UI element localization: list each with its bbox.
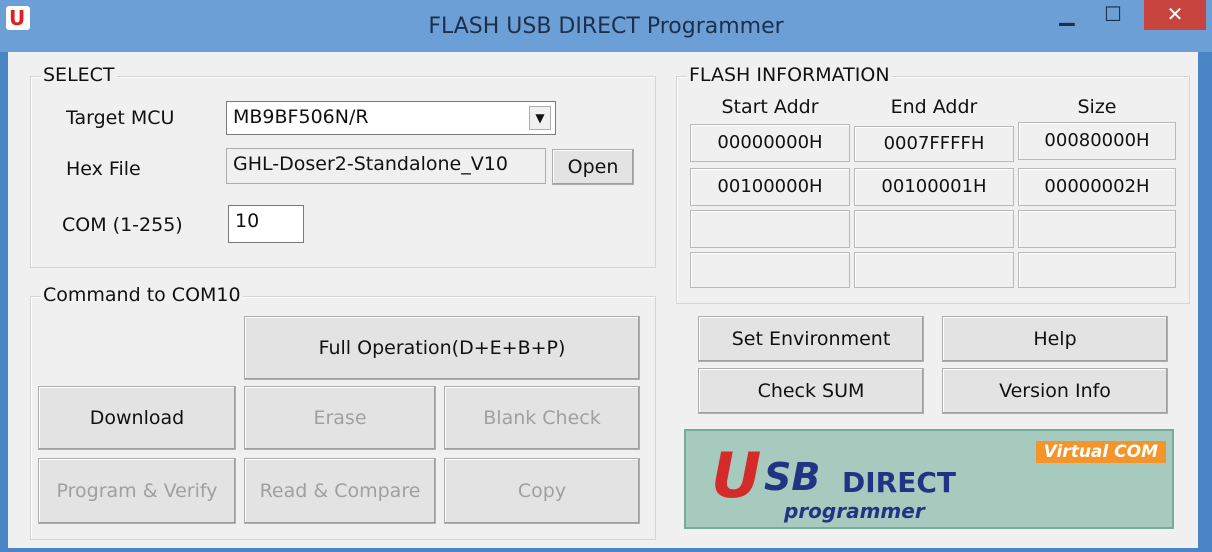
start-addr-cell: 00000000H <box>690 124 850 162</box>
program-verify-button[interactable]: Program & Verify <box>38 458 236 524</box>
end-addr-header: End Addr <box>890 96 978 118</box>
app-window: U FLASH USB DIRECT Programmer ▁ ☐ ✕ SELE… <box>0 0 1212 552</box>
dropdown-arrow-icon[interactable]: ▼ <box>529 106 551 130</box>
com-label: COM (1-255) <box>62 214 183 236</box>
full-operation-button[interactable]: Full Operation(D+E+B+P) <box>244 316 640 380</box>
start-addr-cell <box>690 252 850 288</box>
start-addr-cell <box>690 210 850 248</box>
erase-button[interactable]: Erase <box>244 386 436 450</box>
target-mcu-label: Target MCU <box>66 107 175 129</box>
close-button[interactable]: ✕ <box>1144 0 1206 30</box>
logo-u-letter: U <box>711 439 762 512</box>
start-addr-cell: 00100000H <box>690 168 850 206</box>
size-cell <box>1018 210 1176 248</box>
title-bar[interactable]: U FLASH USB DIRECT Programmer ▁ ☐ ✕ <box>0 0 1212 52</box>
start-addr-header: Start Addr <box>721 96 819 118</box>
check-sum-button[interactable]: Check SUM <box>698 368 924 414</box>
end-addr-cell: 00100001H <box>854 168 1014 206</box>
blank-check-button[interactable]: Blank Check <box>444 386 640 450</box>
open-button[interactable]: Open <box>552 149 634 185</box>
logo-sb-text: SB <box>764 455 821 499</box>
size-cell: 00000002H <box>1018 168 1176 206</box>
usb-direct-logo: Virtual COM U SB DIRECT programmer <box>684 429 1174 529</box>
hex-file-label: Hex File <box>66 158 141 180</box>
size-cell <box>1018 252 1176 288</box>
help-button[interactable]: Help <box>942 316 1168 362</box>
end-addr-cell <box>854 210 1014 248</box>
read-compare-button[interactable]: Read & Compare <box>244 458 436 524</box>
target-mcu-select[interactable]: MB9BF506N/R ▼ <box>226 101 556 135</box>
virtual-com-badge: Virtual COM <box>1035 441 1166 463</box>
end-addr-cell: 0007FFFFH <box>854 126 1014 162</box>
version-info-button[interactable]: Version Info <box>942 368 1168 414</box>
download-button[interactable]: Download <box>38 386 236 450</box>
com-input[interactable]: 10 <box>228 205 304 243</box>
size-cell: 00080000H <box>1018 122 1176 160</box>
target-mcu-value: MB9BF506N/R <box>233 106 369 128</box>
copy-button[interactable]: Copy <box>444 458 640 524</box>
select-group-legend: SELECT <box>41 64 117 86</box>
window-title: FLASH USB DIRECT Programmer <box>428 14 784 39</box>
logo-programmer-text: programmer <box>784 499 925 523</box>
hex-file-field[interactable]: GHL-Doser2-Standalone_V10 <box>226 148 546 184</box>
size-header: Size <box>1077 96 1117 118</box>
client-area: SELECT Target MCU MB9BF506N/R ▼ Hex File… <box>8 52 1198 548</box>
flash-info-legend: FLASH INFORMATION <box>687 64 892 86</box>
minimize-button[interactable]: ▁ <box>1044 0 1090 30</box>
command-group-legend: Command to COM10 <box>41 284 243 306</box>
maximize-button[interactable]: ☐ <box>1090 0 1136 30</box>
end-addr-cell <box>854 252 1014 288</box>
set-environment-button[interactable]: Set Environment <box>698 316 924 362</box>
logo-direct-text: DIRECT <box>842 466 956 499</box>
